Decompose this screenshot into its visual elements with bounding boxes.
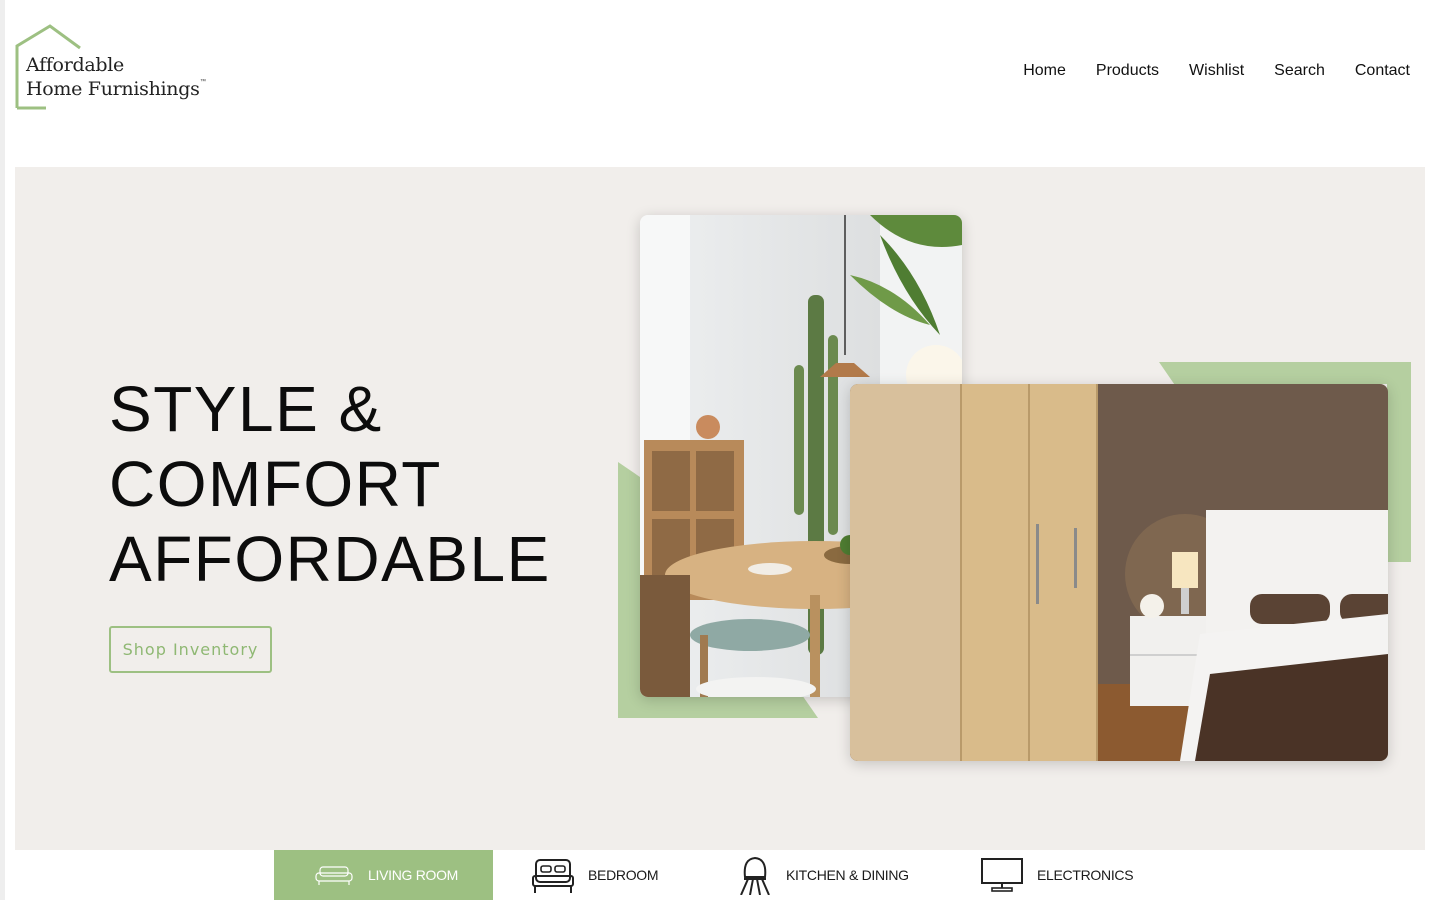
main-nav: Home Products Wishlist Search Contact [1023, 62, 1410, 80]
brand-logo[interactable]: Affordable Home Furnishings ™ [14, 24, 214, 112]
bedroom-photo [850, 384, 1388, 761]
sofa-icon [315, 866, 353, 885]
accent-block-bottom [618, 695, 818, 718]
category-label: KITCHEN & DINING [786, 867, 909, 883]
bed-icon [532, 859, 574, 893]
category-bar: LIVING ROOM BEDROOM KITCHEN & DINING ELE… [0, 850, 1440, 900]
headline-line-1: STYLE & [109, 373, 383, 445]
trademark-mark: ™ [200, 79, 206, 85]
hero-banner: STYLE & COMFORT AFFORDABLE Shop Inventor… [15, 167, 1425, 850]
headline-line-2: COMFORT [109, 448, 442, 520]
category-label: LIVING ROOM [368, 867, 459, 883]
category-label: ELECTRONICS [1037, 867, 1134, 883]
category-bedroom[interactable]: BEDROOM [532, 850, 692, 900]
site-header: Affordable Home Furnishings ™ Home Produ… [0, 0, 1440, 140]
nav-wishlist[interactable]: Wishlist [1189, 62, 1244, 80]
nav-search[interactable]: Search [1274, 62, 1325, 80]
nav-home[interactable]: Home [1023, 62, 1066, 80]
hero-headline: STYLE & COMFORT AFFORDABLE [109, 372, 551, 597]
category-living-room[interactable]: LIVING ROOM [274, 850, 493, 900]
tv-icon [981, 858, 1023, 892]
category-electronics[interactable]: ELECTRONICS [981, 850, 1151, 900]
nav-products[interactable]: Products [1096, 62, 1159, 80]
shop-inventory-button[interactable]: Shop Inventory [109, 626, 272, 673]
hero-image-collage [615, 207, 1415, 777]
brand-name-line1: Affordable [26, 54, 124, 76]
accent-block-top-right [1159, 362, 1411, 384]
brand-name-line2: Home Furnishings [26, 78, 200, 100]
headline-line-3: AFFORDABLE [109, 523, 551, 595]
accent-block-right [1387, 362, 1411, 562]
nav-contact[interactable]: Contact [1355, 62, 1410, 80]
category-label: BEDROOM [588, 867, 659, 883]
chair-icon [740, 856, 770, 895]
category-kitchen-dining[interactable]: KITCHEN & DINING [738, 850, 928, 900]
